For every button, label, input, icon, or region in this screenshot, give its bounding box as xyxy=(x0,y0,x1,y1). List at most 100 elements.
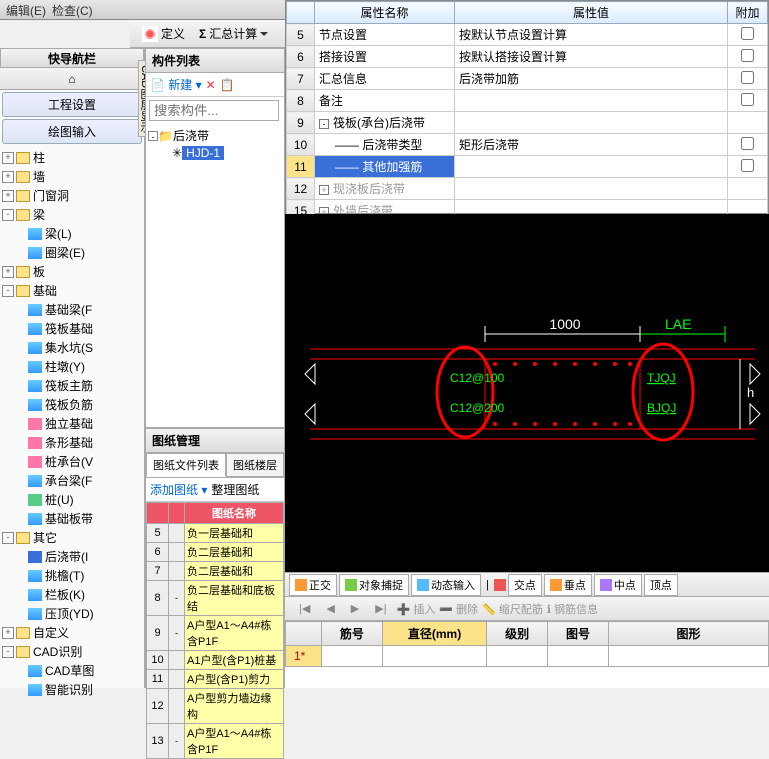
copy-icon[interactable]: 📋 xyxy=(220,78,235,92)
tree-node[interactable]: +柱 xyxy=(0,148,144,167)
tree-node[interactable]: -CAD识别 xyxy=(0,642,144,661)
tree-node[interactable]: 条形基础 xyxy=(0,433,144,452)
tree-node[interactable]: 柱墩(Y) xyxy=(0,357,144,376)
col-barnum[interactable]: 筋号 xyxy=(322,622,383,646)
lae-label: LAE xyxy=(665,316,691,332)
attach-checkbox[interactable] xyxy=(741,27,754,40)
tree-node[interactable]: 筏板主筋 xyxy=(0,376,144,395)
prop-row[interactable]: 6搭接设置按默认搭接设置计算 xyxy=(287,46,768,68)
insert-button[interactable]: ➕ 插入 xyxy=(397,601,436,617)
property-grid[interactable]: 属性名称属性值附加5节点设置按默认节点设置计算6搭接设置按默认搭接设置计算7汇总… xyxy=(285,0,769,214)
tree-node[interactable]: CAD草图 xyxy=(0,661,144,680)
tree-node[interactable]: 基础梁(F xyxy=(0,300,144,319)
rebar-row-1[interactable]: 1* xyxy=(286,646,322,667)
tree-node[interactable]: -基础 xyxy=(0,281,144,300)
new-component-button[interactable]: 📄 新建 ▾ xyxy=(150,76,202,93)
nav-tree[interactable]: +柱+墙+门窗洞-梁梁(L)圈梁(E)+板-基础基础梁(F筏板基础集水坑(S柱墩… xyxy=(0,146,144,696)
tree-node[interactable]: 栏板(K) xyxy=(0,585,144,604)
tree-node[interactable]: 桩承台(V xyxy=(0,452,144,471)
next-icon[interactable]: ▶ xyxy=(345,600,365,617)
menu-check[interactable]: 检查(C) xyxy=(52,2,93,17)
component-item[interactable]: HJD-1 xyxy=(182,146,224,160)
tree-node[interactable]: +板 xyxy=(0,262,144,281)
nav-section-proj[interactable]: 工程设置 xyxy=(2,92,142,117)
osnap-button[interactable]: 对象捕捉 xyxy=(339,574,409,596)
tree-node[interactable]: +自定义 xyxy=(0,623,144,642)
attach-checkbox[interactable] xyxy=(741,159,754,172)
prop-row[interactable]: 9-筏板(承台)后浇带 xyxy=(287,112,768,134)
nav-home-icon[interactable]: ⌂ xyxy=(62,69,81,89)
first-icon[interactable]: |◀ xyxy=(293,600,316,617)
tree-node[interactable]: -其它 xyxy=(0,528,144,547)
tree-node[interactable]: 梁(L) xyxy=(0,224,144,243)
nav-panel: 快导航栏 ⌂ 工程设置 绘图输入 +柱+墙+门窗洞-梁梁(L)圈梁(E)+板-基… xyxy=(0,48,145,688)
dwg-row[interactable]: 10A1户型(含P1)桩基 xyxy=(147,651,284,670)
attach-checkbox[interactable] xyxy=(741,93,754,106)
col-shape[interactable]: 图形 xyxy=(609,622,769,646)
intersect-button[interactable]: 交点 xyxy=(508,574,542,596)
define-button[interactable]: 定义 xyxy=(136,22,191,45)
tab-dwg-floors[interactable]: 图纸楼层 xyxy=(226,453,284,477)
prop-row[interactable]: 8备注 xyxy=(287,90,768,112)
drawing-viewport[interactable]: 1000 LAE C12@100 C12@200 TJQJ BJQJ h xyxy=(285,214,769,572)
perp-button[interactable]: 垂点 xyxy=(544,574,592,596)
prop-row[interactable]: 7汇总信息后浇带加筋 xyxy=(287,68,768,90)
last-icon[interactable]: ▶| xyxy=(369,600,392,617)
dwg-row[interactable]: 12A户型剪力墙边缘构 xyxy=(147,689,284,724)
tree-node[interactable]: 桩(U) xyxy=(0,490,144,509)
attach-checkbox[interactable] xyxy=(741,49,754,62)
prop-row[interactable]: 11—— 其他加强筋 xyxy=(287,156,768,178)
tree-node[interactable]: 筏板基础 xyxy=(0,319,144,338)
vertex-button[interactable]: 顶点 xyxy=(644,574,678,596)
tree-node[interactable]: 承台梁(F xyxy=(0,471,144,490)
folder-icon xyxy=(16,532,30,544)
dwg-row[interactable]: 9-A户型A1～A4#栋含P1F xyxy=(147,616,284,651)
calc-button[interactable]: 汇总计算 xyxy=(193,22,274,45)
scale-rebar-button[interactable]: 📏 缩尺配筋 xyxy=(482,601,543,617)
col-grade[interactable]: 级别 xyxy=(487,622,548,646)
tree-node[interactable]: 挑檐(T) xyxy=(0,566,144,585)
dwg-row[interactable]: 13-A户型A1～A4#栋含P1F xyxy=(147,724,284,759)
col-diameter[interactable]: 直径(mm) xyxy=(382,622,486,646)
tree-node[interactable]: 基础板带 xyxy=(0,509,144,528)
component-tree[interactable]: - 📁 后浇带 ✳ HJD-1 xyxy=(146,124,284,163)
close-x-icon[interactable] xyxy=(494,579,506,591)
col-figno[interactable]: 图号 xyxy=(548,622,609,646)
nav-section-draw[interactable]: 绘图输入 xyxy=(2,119,142,144)
dwg-row[interactable]: 7负二层基础和 xyxy=(147,562,284,581)
dwg-row[interactable]: 5负一层基础和 xyxy=(147,524,284,543)
menu-edit[interactable]: 编辑(E) xyxy=(6,2,46,17)
tree-node[interactable]: 筏板负筋 xyxy=(0,395,144,414)
dwg-row[interactable]: 6负二层基础和 xyxy=(147,543,284,562)
add-drawing-button[interactable]: 添加图纸 ▾ xyxy=(150,481,207,498)
tree-node[interactable]: 圈梁(E) xyxy=(0,243,144,262)
delete-button[interactable]: ➖ 删除 xyxy=(439,601,478,617)
dwg-row[interactable]: 8-负二层基础和底板结 xyxy=(147,581,284,616)
item-icon xyxy=(28,551,42,563)
tree-node[interactable]: 智能识别 xyxy=(0,680,144,696)
dwg-row[interactable]: 11A户型(含P1)剪力 xyxy=(147,670,284,689)
attach-checkbox[interactable] xyxy=(741,71,754,84)
component-search-input[interactable] xyxy=(149,100,279,121)
tree-node[interactable]: 独立基础 xyxy=(0,414,144,433)
tree-node[interactable]: 压顶(YD) xyxy=(0,604,144,623)
ortho-button[interactable]: 正交 xyxy=(289,574,337,596)
prop-row[interactable]: 12+现浇板后浇带 xyxy=(287,178,768,200)
tab-dwg-files[interactable]: 图纸文件列表 xyxy=(146,453,226,477)
tree-node[interactable]: +墙 xyxy=(0,167,144,186)
attach-checkbox[interactable] xyxy=(741,137,754,150)
delete-icon[interactable]: ✕ xyxy=(206,78,216,92)
tree-node[interactable]: 后浇带(I xyxy=(0,547,144,566)
organize-drawing-button[interactable]: 整理图纸 xyxy=(211,481,259,498)
rebar-grid[interactable]: 筋号 直径(mm) 级别 图号 图形 1* xyxy=(285,620,769,688)
prop-row[interactable]: 5节点设置按默认节点设置计算 xyxy=(287,24,768,46)
prop-row[interactable]: 10—— 后浇带类型矩形后浇带 xyxy=(287,134,768,156)
prev-icon[interactable]: ◀ xyxy=(320,600,340,617)
rebar-info-button[interactable]: ℹ 钢筋信息 xyxy=(547,601,598,617)
midpoint-button[interactable]: 中点 xyxy=(594,574,642,596)
tree-node[interactable]: 集水坑(S xyxy=(0,338,144,357)
perp-icon xyxy=(550,579,562,591)
tree-node[interactable]: +门窗洞 xyxy=(0,186,144,205)
dyninput-button[interactable]: 动态输入 xyxy=(411,574,481,596)
tree-node[interactable]: -梁 xyxy=(0,205,144,224)
